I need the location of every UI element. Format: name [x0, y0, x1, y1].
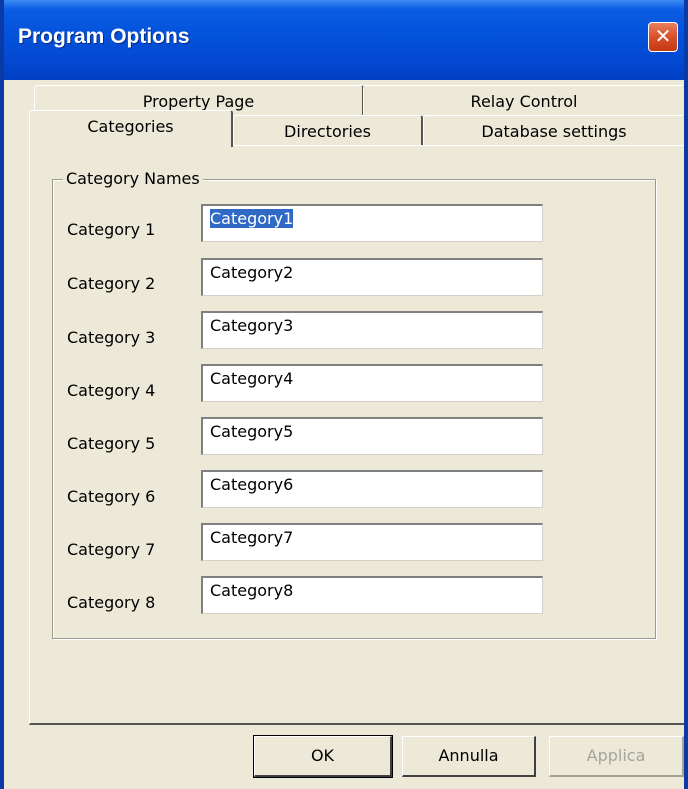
close-button[interactable]: ✕ [648, 22, 678, 52]
category-4-label: Category 4 [67, 381, 156, 400]
category-3-input[interactable]: Category3 [201, 311, 543, 349]
category-3-value: Category3 [210, 316, 294, 335]
tab-label: Property Page [142, 92, 255, 111]
tab-categories[interactable]: Categories [29, 110, 233, 147]
category-6-input[interactable]: Category6 [201, 470, 543, 508]
category-3-label: Category 3 [67, 328, 156, 347]
tab-label: Relay Control [470, 92, 578, 111]
category-names-group: Category Names Category 1 Category1 Cate… [52, 169, 656, 639]
category-2-label: Category 2 [67, 274, 156, 293]
category-8-input[interactable]: Category8 [201, 576, 543, 614]
apply-button[interactable]: Applica [549, 736, 684, 777]
category-7-input[interactable]: Category7 [201, 523, 543, 561]
category-2-input[interactable]: Category2 [201, 258, 543, 296]
category-7-label: Category 7 [67, 540, 156, 559]
ok-button[interactable]: OK [253, 735, 393, 778]
tab-relay-control[interactable]: Relay Control [363, 85, 684, 117]
tab-label: Database settings [481, 122, 627, 141]
category-8-label: Category 8 [67, 593, 156, 612]
category-5-value: Category5 [210, 422, 294, 441]
program-options-window: Program Options ✕ Property Page Relay Co… [0, 0, 688, 789]
category-1-input[interactable]: Category1 [201, 204, 543, 242]
tab-label: Directories [284, 122, 371, 141]
window-title: Program Options [18, 25, 190, 48]
category-7-value: Category7 [210, 528, 294, 547]
category-5-label: Category 5 [67, 434, 156, 453]
category-4-input[interactable]: Category4 [201, 364, 543, 402]
category-6-value: Category6 [210, 475, 294, 494]
category-1-label: Category 1 [67, 220, 156, 239]
tab-label: Categories [87, 117, 174, 136]
tab-database-settings[interactable]: Database settings [423, 115, 684, 145]
title-bar[interactable]: Program Options ✕ [4, 0, 684, 80]
group-legend: Category Names [63, 169, 203, 188]
category-5-input[interactable]: Category5 [201, 417, 543, 455]
close-icon: ✕ [654, 24, 672, 48]
cancel-button[interactable]: Annulla [402, 736, 536, 777]
categories-page: Category Names Category 1 Category1 Cate… [29, 145, 684, 725]
category-8-value: Category8 [210, 581, 294, 600]
category-2-value: Category2 [210, 263, 294, 282]
category-6-label: Category 6 [67, 487, 156, 506]
category-4-value: Category4 [210, 369, 294, 388]
category-1-value: Category1 [210, 209, 294, 228]
tab-directories[interactable]: Directories [233, 115, 423, 145]
